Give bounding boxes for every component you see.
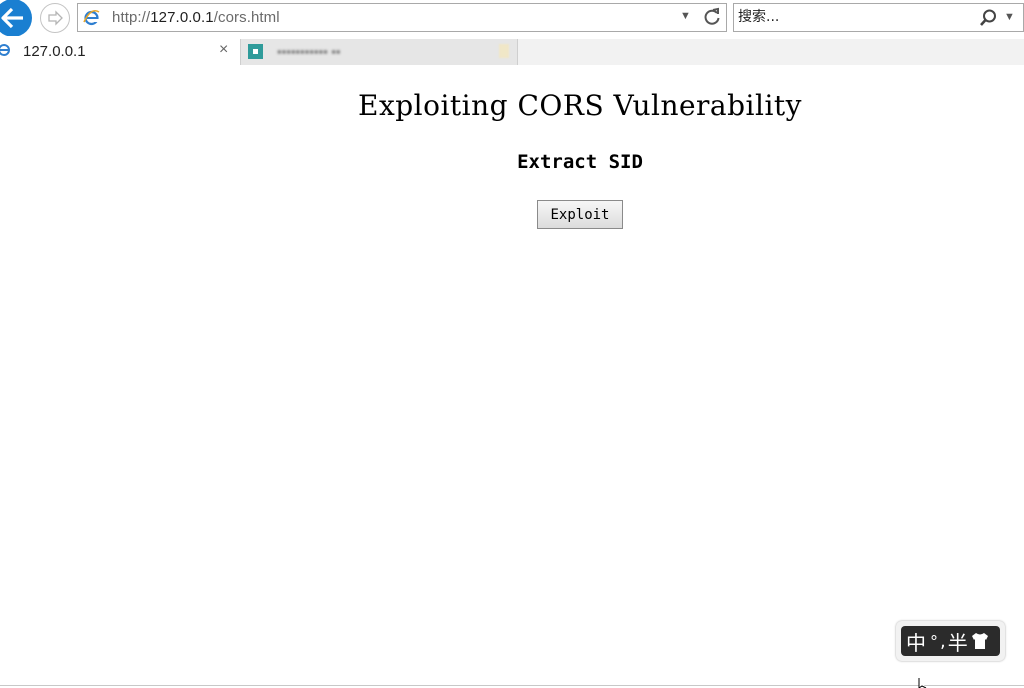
tab-inactive[interactable]: ▪▪▪▪▪▪▪▪▪▪▪ ▪▪ — [240, 39, 518, 65]
mouse-cursor-icon — [918, 678, 927, 688]
address-bar[interactable]: http://127.0.0.1/cors.html ▼ — [77, 3, 727, 32]
back-arrow-icon — [1, 7, 23, 29]
search-icon[interactable] — [978, 8, 998, 28]
search-box[interactable]: ▼ — [733, 3, 1024, 32]
search-dropdown-icon[interactable]: ▼ — [1004, 11, 1015, 23]
ime-toolbar-inner: 中 ° , 半 — [901, 626, 1000, 656]
window-bottom-border — [0, 685, 1024, 686]
forward-arrow-icon — [48, 10, 63, 26]
forward-button[interactable] — [40, 3, 70, 33]
section-heading: Extract SID — [517, 151, 643, 173]
tab-blurred-label: ▪▪▪▪▪▪▪▪▪▪▪ ▪▪ — [277, 44, 341, 59]
refresh-icon[interactable] — [702, 7, 722, 27]
page-content: Exploiting CORS Vulnerability Extract SI… — [0, 65, 1024, 685]
page-title: Exploiting CORS Vulnerability — [358, 89, 802, 122]
browser-chrome: http://127.0.0.1/cors.html ▼ ▼ 127.0.0.1… — [0, 0, 1024, 65]
exploit-button[interactable]: Exploit — [537, 200, 623, 229]
ime-mode-toggle[interactable]: 中 — [906, 627, 926, 656]
tab-ie-icon — [0, 44, 10, 56]
search-input[interactable] — [738, 6, 958, 28]
ime-punct-dot[interactable]: ° — [930, 632, 938, 651]
tab-strip — [518, 39, 1024, 65]
tab-active[interactable]: 127.0.0.1 × — [0, 36, 238, 65]
ime-width-toggle[interactable]: 半 — [948, 627, 968, 656]
ie-logo-icon — [83, 9, 100, 26]
back-button[interactable] — [0, 0, 32, 37]
address-dropdown-icon[interactable]: ▼ — [680, 10, 691, 22]
ime-skin-icon[interactable] — [970, 632, 990, 650]
tab-label: 127.0.0.1 — [23, 43, 86, 60]
ime-toolbar[interactable]: 中 ° , 半 — [896, 621, 1005, 661]
new-tab-icon[interactable] — [499, 44, 509, 58]
ime-punct-toggle[interactable]: , — [940, 631, 946, 652]
tab-close-icon[interactable]: × — [219, 41, 228, 59]
url-text: http://127.0.0.1/cors.html — [112, 9, 280, 26]
tab-site-icon — [248, 44, 263, 59]
